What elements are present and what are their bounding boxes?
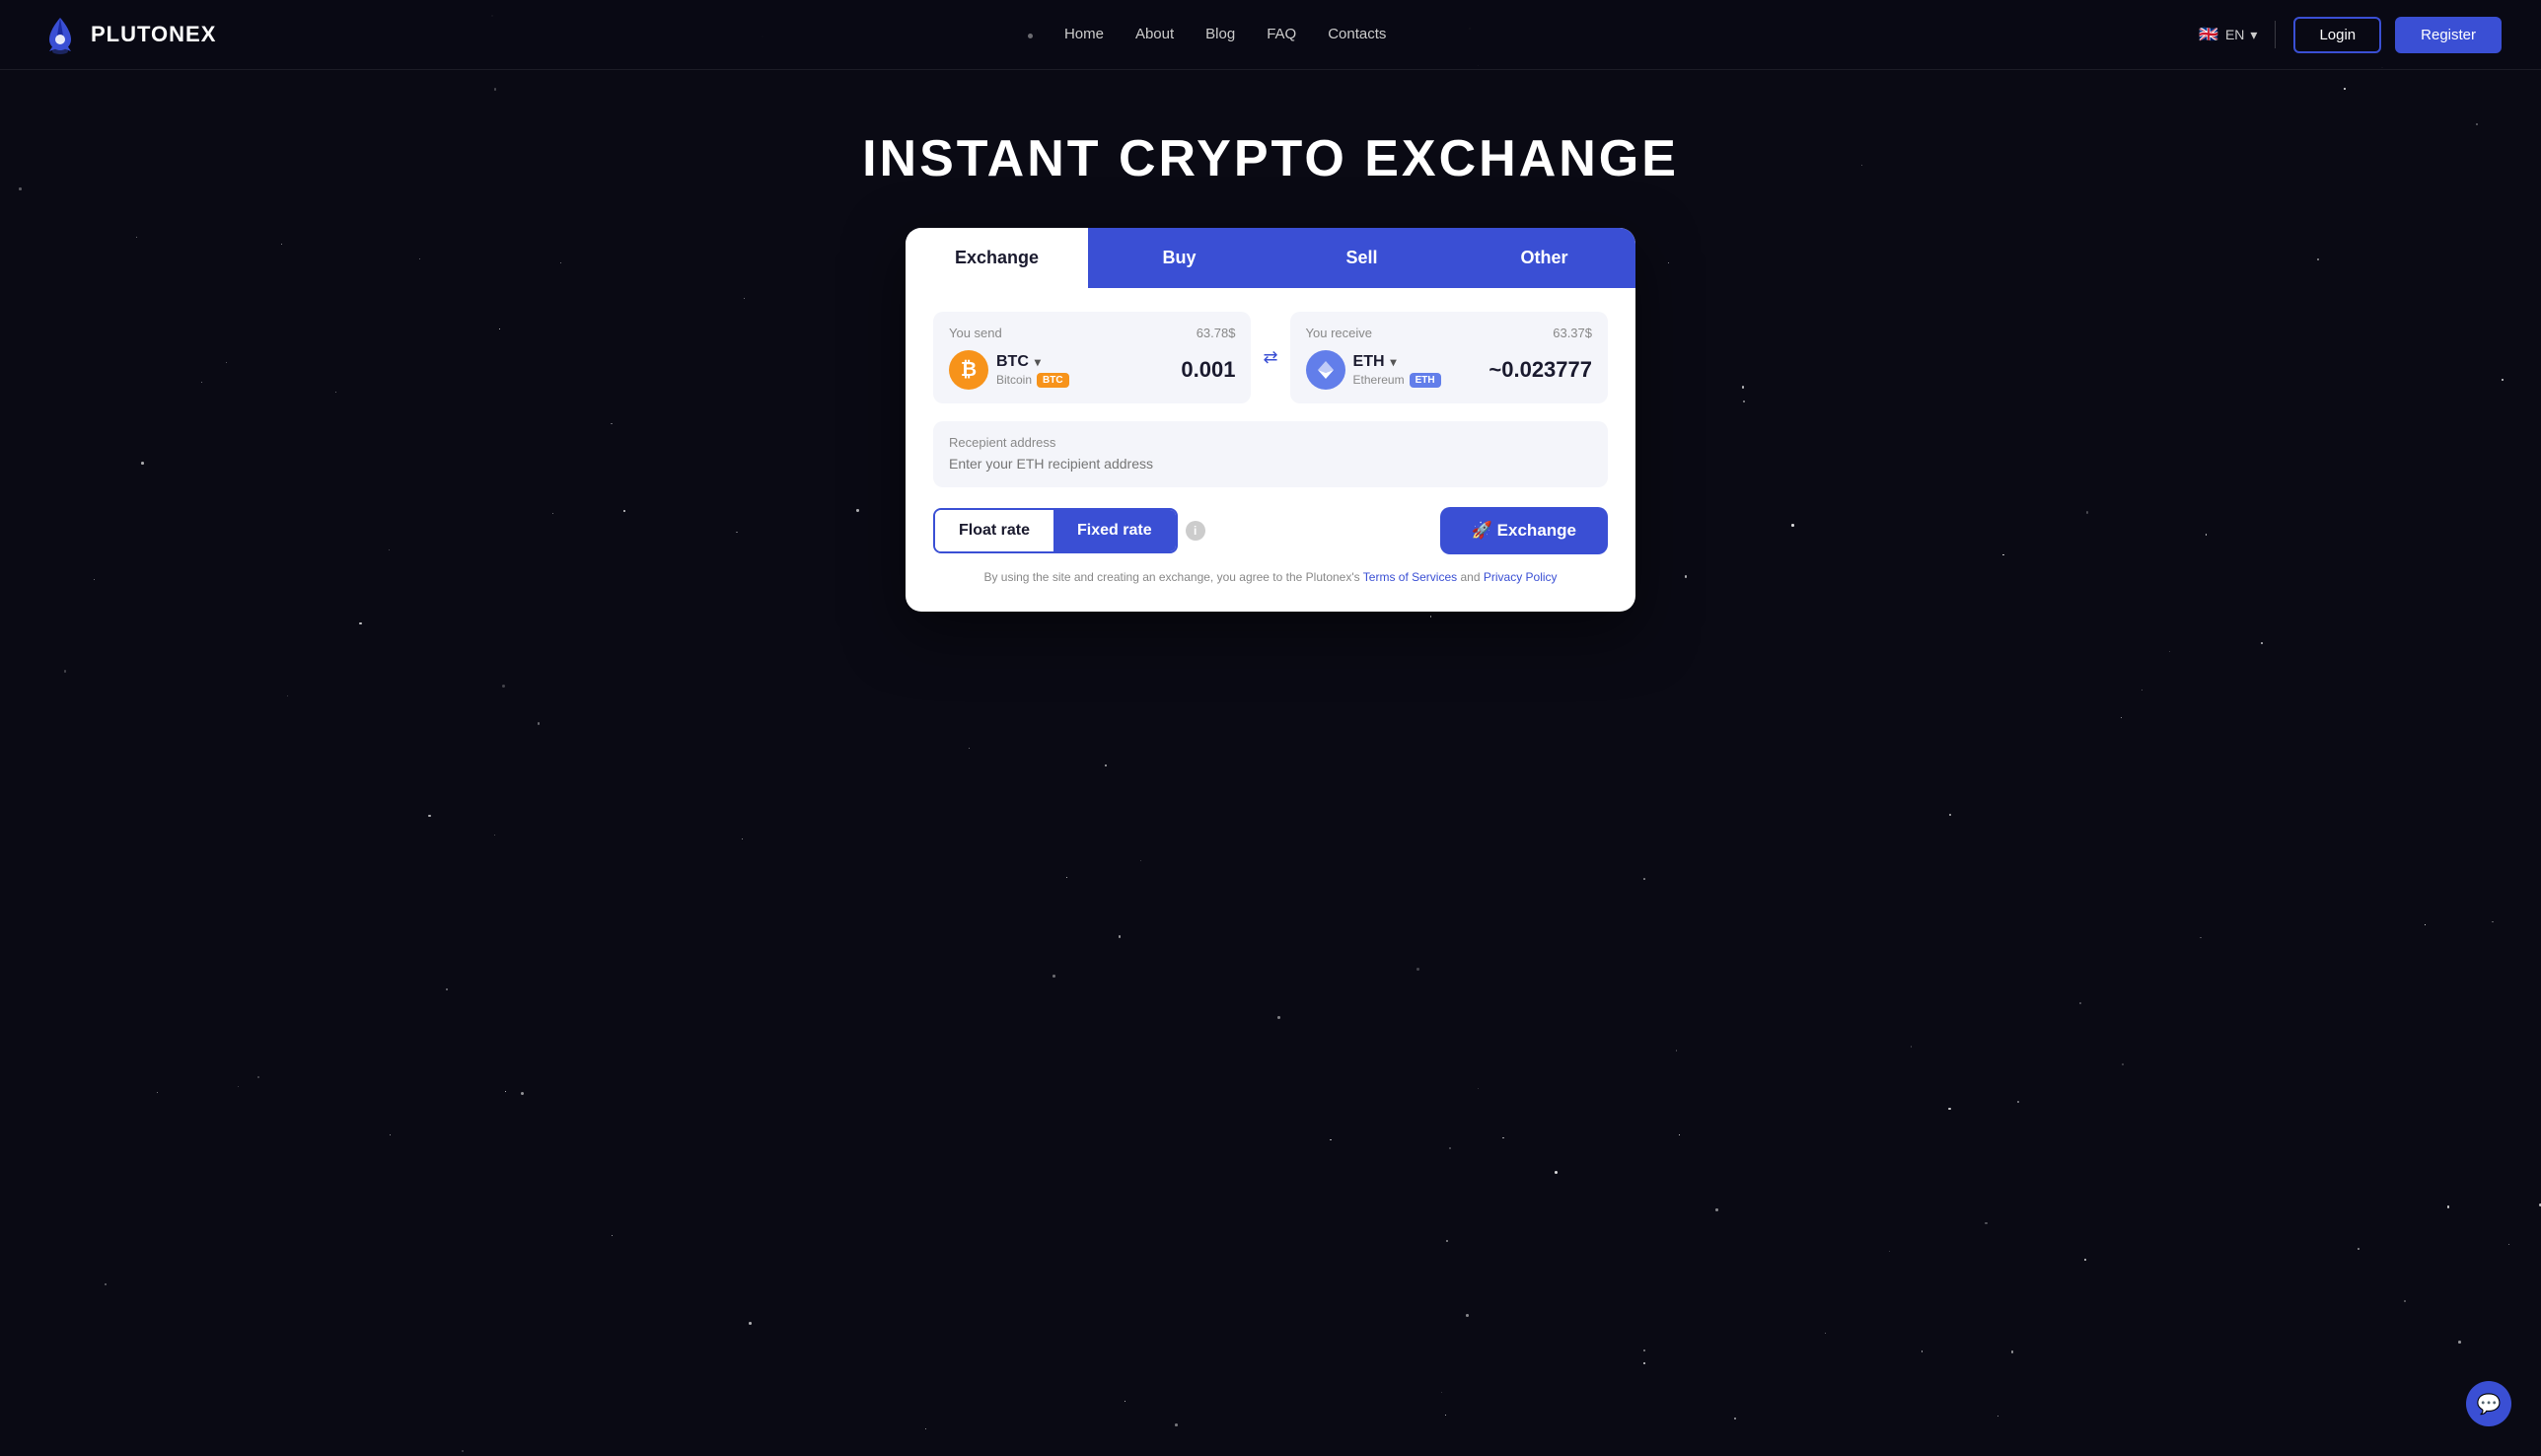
send-crypto-fullname: Bitcoin BTC — [996, 373, 1069, 388]
hero-title: INSTANT CRYPTO EXCHANGE — [862, 129, 1679, 188]
nav-about[interactable]: About — [1135, 26, 1174, 42]
send-crypto-chevron: ▾ — [1035, 355, 1041, 369]
exchange-row: You send 63.78$ ₿ BTC ▾ — [933, 312, 1608, 403]
tab-sell[interactable]: Sell — [1270, 228, 1453, 288]
send-usd: 63.78$ — [1197, 326, 1236, 340]
tabs: Exchange Buy Sell Other — [906, 228, 1635, 288]
float-rate-button[interactable]: Float rate — [935, 510, 1053, 551]
receive-label: You receive — [1306, 326, 1372, 340]
swap-icon[interactable]: ⇄ — [1263, 347, 1277, 368]
send-field-content: ₿ BTC ▾ Bitcoin BTC — [949, 350, 1235, 390]
action-row: Float rate Fixed rate i 🚀 Exchange — [933, 507, 1608, 554]
send-amount[interactable]: 0.001 — [1181, 357, 1235, 383]
nav-right: 🇬🇧 EN ▾ Login Register — [2198, 17, 2502, 53]
rate-buttons: Float rate Fixed rate — [933, 508, 1178, 553]
eth-icon — [1306, 350, 1345, 390]
info-icon[interactable]: i — [1186, 521, 1205, 541]
btc-icon: ₿ — [949, 350, 988, 390]
nav-blog[interactable]: Blog — [1205, 26, 1235, 42]
logo-icon — [39, 14, 81, 55]
receive-crypto-name: Ethereum — [1353, 373, 1405, 387]
receive-crypto-fullname: Ethereum ETH — [1353, 373, 1441, 388]
receive-field-header: You receive 63.37$ — [1306, 326, 1592, 340]
recipient-input[interactable] — [949, 456, 1592, 472]
language-selector[interactable]: 🇬🇧 EN ▾ — [2198, 24, 2257, 45]
receive-amount: ~0.023777 — [1488, 357, 1592, 383]
receive-crypto-chevron: ▾ — [1391, 355, 1397, 369]
recipient-label: Recepient address — [949, 435, 1592, 450]
tab-other[interactable]: Other — [1453, 228, 1635, 288]
fixed-rate-button[interactable]: Fixed rate — [1053, 510, 1176, 551]
send-crypto-name: Bitcoin — [996, 373, 1032, 387]
tab-buy[interactable]: Buy — [1088, 228, 1270, 288]
receive-field-content: ETH ▾ Ethereum ETH ~0.023777 — [1306, 350, 1592, 390]
brand-name: PLUTONEX — [91, 22, 216, 47]
chevron-down-icon: ▾ — [2250, 27, 2257, 43]
nav-home[interactable]: Home — [1064, 26, 1104, 42]
chat-button[interactable]: 💬 — [2466, 1381, 2511, 1426]
send-label: You send — [949, 326, 1002, 340]
logo[interactable]: PLUTONEX — [39, 14, 216, 55]
send-field: You send 63.78$ ₿ BTC ▾ — [933, 312, 1251, 403]
register-button[interactable]: Register — [2395, 17, 2502, 53]
receive-field: You receive 63.37$ — [1290, 312, 1608, 403]
receive-crypto-name-row: ETH ▾ — [1353, 353, 1441, 371]
nav-contacts[interactable]: Contacts — [1328, 26, 1386, 42]
hero-section: INSTANT CRYPTO EXCHANGE Exchange Buy Sel… — [0, 70, 2541, 651]
receive-usd: 63.37$ — [1553, 326, 1592, 340]
nav-links: Home About Blog FAQ Contacts — [1028, 26, 1386, 43]
send-field-header: You send 63.78$ — [949, 326, 1235, 340]
chat-icon: 💬 — [2477, 1392, 2502, 1417]
card-body: You send 63.78$ ₿ BTC ▾ — [906, 288, 1635, 612]
nav-divider — [2275, 21, 2276, 48]
rate-wrapper: Float rate Fixed rate i — [933, 508, 1205, 553]
send-crypto-selector[interactable]: ₿ BTC ▾ Bitcoin BTC — [949, 350, 1069, 390]
send-crypto-info: BTC ▾ Bitcoin BTC — [996, 353, 1069, 388]
nav-dot — [1028, 34, 1033, 38]
receive-crypto-info: ETH ▾ Ethereum ETH — [1353, 353, 1441, 388]
send-crypto-name-row: BTC ▾ — [996, 353, 1069, 371]
receive-crypto-symbol: ETH — [1353, 353, 1385, 371]
exchange-button[interactable]: 🚀 Exchange — [1440, 507, 1608, 554]
flag-icon: 🇬🇧 — [2198, 24, 2219, 45]
send-crypto-symbol: BTC — [996, 353, 1029, 371]
terms-before: By using the site and creating an exchan… — [983, 570, 1359, 584]
language-label: EN — [2225, 27, 2244, 42]
terms-of-service-link[interactable]: Terms of Services — [1363, 570, 1457, 584]
login-button[interactable]: Login — [2293, 17, 2381, 53]
receive-crypto-badge: ETH — [1410, 373, 1441, 388]
recipient-field: Recepient address — [933, 421, 1608, 487]
tab-exchange[interactable]: Exchange — [906, 228, 1088, 288]
navbar: PLUTONEX Home About Blog FAQ Contacts 🇬🇧… — [0, 0, 2541, 70]
privacy-policy-link[interactable]: Privacy Policy — [1484, 570, 1558, 584]
send-crypto-badge: BTC — [1037, 373, 1069, 388]
terms-and: and — [1460, 570, 1480, 584]
nav-faq[interactable]: FAQ — [1267, 26, 1296, 42]
receive-crypto-selector[interactable]: ETH ▾ Ethereum ETH — [1306, 350, 1441, 390]
terms-text: By using the site and creating an exchan… — [933, 570, 1608, 584]
exchange-card: Exchange Buy Sell Other You send 63.78$ … — [906, 228, 1635, 612]
